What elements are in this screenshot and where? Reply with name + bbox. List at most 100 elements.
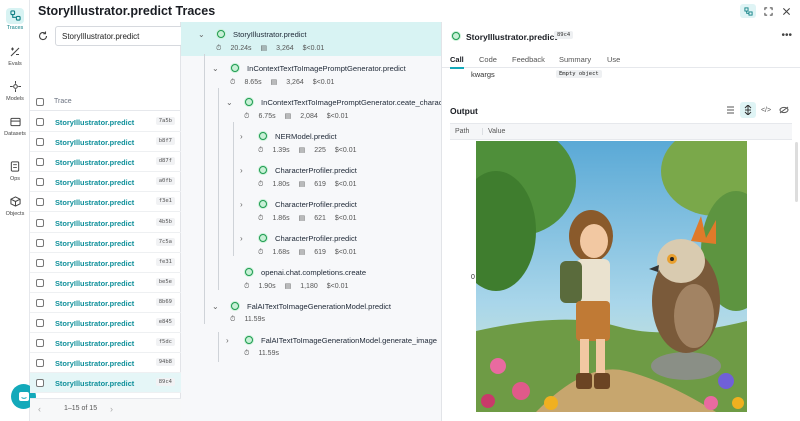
row-checkbox[interactable]	[36, 258, 44, 267]
output-row-key: 0	[471, 274, 475, 281]
trace-id-badge: d87f	[155, 157, 175, 166]
call-duration: 1.39s	[272, 147, 290, 154]
nav-label: Models	[6, 95, 24, 102]
trace-row[interactable]: StoryIllustrator.predict 89c4	[30, 373, 181, 394]
output-scrollbar[interactable]	[795, 142, 798, 202]
trace-row[interactable]: StoryIllustrator.predict f3e1	[30, 192, 181, 213]
select-all-checkbox[interactable]	[36, 98, 44, 106]
trace-name-link[interactable]: StoryIllustrator.predict	[55, 359, 134, 368]
chevron-right-icon[interactable]: ›	[240, 200, 250, 209]
call-tokens: 621	[314, 215, 326, 222]
row-checkbox[interactable]	[36, 238, 44, 247]
row-checkbox[interactable]	[36, 138, 44, 147]
chevron-right-icon[interactable]: ›	[240, 234, 250, 243]
trace-name-link[interactable]: StoryIllustrator.predict	[55, 219, 134, 228]
next-page-icon[interactable]: ›	[110, 404, 113, 414]
chevron-right-icon[interactable]: ›	[240, 166, 250, 175]
prev-page-icon[interactable]: ‹	[38, 404, 41, 414]
trace-row[interactable]: StoryIllustrator.predict 8b69	[30, 293, 181, 313]
row-checkbox[interactable]	[36, 118, 44, 126]
trace-id-badge: be5e	[155, 277, 175, 286]
nav-objects[interactable]: Objects	[0, 190, 30, 220]
chevron-down-icon[interactable]: ›	[226, 336, 236, 345]
trace-name-link[interactable]: StoryIllustrator.predict	[55, 198, 134, 207]
trace-name-link[interactable]: StoryIllustrator.predict	[55, 259, 134, 268]
more-options-icon[interactable]: •••	[781, 30, 792, 41]
trace-row[interactable]: StoryIllustrator.predict 94b8	[30, 353, 181, 374]
trace-name-link[interactable]: StoryIllustrator.predict	[55, 178, 134, 187]
nav-ops[interactable]: Ops	[0, 155, 30, 185]
call-name: CharacterProfiler.predict	[275, 200, 357, 209]
success-status-icon	[258, 131, 268, 141]
chevron-down-icon[interactable]: ⌄	[212, 302, 222, 311]
row-checkbox[interactable]	[36, 158, 44, 167]
trace-name-link[interactable]: StoryIllustrator.predict	[55, 158, 134, 167]
tab-use[interactable]: Use	[607, 55, 620, 64]
tab-call[interactable]: Call	[450, 55, 464, 64]
fullscreen-button[interactable]	[762, 5, 774, 17]
trace-id-badge: 94b8	[155, 358, 175, 367]
trace-name-link[interactable]: StoryIllustrator.predict	[55, 379, 134, 388]
trace-row[interactable]: StoryIllustrator.predict 7a5b	[30, 112, 181, 132]
chevron-down-icon[interactable]: ⌄	[212, 64, 222, 73]
close-panel-button[interactable]	[780, 5, 792, 17]
trace-name-link[interactable]: StoryIllustrator.predict	[55, 339, 134, 348]
trace-filter-input[interactable]	[55, 26, 183, 46]
nav-datasets[interactable]: Datasets	[0, 110, 30, 140]
row-checkbox[interactable]	[36, 278, 44, 287]
trace-row[interactable]: StoryIllustrator.predict e845	[30, 313, 181, 333]
refresh-button[interactable]	[35, 28, 51, 44]
list-view-icon[interactable]	[722, 102, 738, 118]
chevron-down-icon[interactable]: ⌄	[198, 30, 208, 39]
trace-row[interactable]: StoryIllustrator.predict d87f	[30, 152, 181, 173]
kwargs-value: Empty object	[556, 70, 602, 78]
clock-icon: ⏱	[258, 215, 264, 222]
nav-traces[interactable]: Traces	[0, 4, 30, 34]
call-tokens: 3,264	[276, 45, 294, 52]
trace-row[interactable]: StoryIllustrator.predict f5dc	[30, 333, 181, 354]
call-tokens: 2,084	[300, 113, 318, 120]
chevron-down-icon[interactable]: ⌄	[226, 98, 236, 107]
trace-row[interactable]: StoryIllustrator.predict a0fb	[30, 172, 181, 193]
code-view-icon[interactable]: </>	[758, 102, 774, 118]
split-view-icon	[743, 6, 753, 16]
split-view-button[interactable]	[740, 4, 756, 18]
trace-row[interactable]: StoryIllustrator.predict 7c5a	[30, 233, 181, 253]
nav-evals[interactable]: Evals	[0, 40, 30, 70]
tab-summary[interactable]: Summary	[559, 55, 591, 64]
output-view-toolbar: </>	[722, 102, 792, 118]
expand-rows-icon[interactable]	[740, 102, 756, 118]
trace-name-link[interactable]: StoryIllustrator.predict	[55, 118, 134, 127]
trace-name-link[interactable]: StoryIllustrator.predict	[55, 319, 134, 328]
trace-name-link[interactable]: StoryIllustrator.predict	[55, 279, 134, 288]
row-checkbox[interactable]	[36, 198, 44, 207]
trace-name-link[interactable]: StoryIllustrator.predict	[55, 138, 134, 147]
nav-models[interactable]: Models	[0, 75, 30, 105]
tokens-icon: ▤	[284, 113, 292, 120]
clock-icon: ⏱	[258, 181, 264, 188]
call-metrics: ⏱ 8.65s ▤ 3,264 $<0.01	[230, 78, 343, 87]
trace-name-link[interactable]: StoryIllustrator.predict	[55, 239, 134, 248]
row-checkbox[interactable]	[36, 218, 44, 227]
trace-row[interactable]: StoryIllustrator.predict 4b5b	[30, 213, 181, 233]
trace-row[interactable]: StoryIllustrator.predict fe31	[30, 253, 181, 273]
trace-row[interactable]: StoryIllustrator.predict b8f7	[30, 132, 181, 153]
chevron-right-icon[interactable]: ›	[240, 132, 250, 141]
row-checkbox[interactable]	[36, 178, 44, 187]
trace-name-link[interactable]: StoryIllustrator.predict	[55, 299, 134, 308]
clock-icon: ⏱	[244, 350, 250, 357]
row-checkbox[interactable]	[36, 298, 44, 307]
hide-icon[interactable]	[776, 102, 792, 118]
tab-code[interactable]: Code	[479, 55, 497, 64]
row-checkbox[interactable]	[36, 339, 44, 348]
row-checkbox[interactable]	[36, 359, 44, 368]
row-checkbox[interactable]	[36, 379, 44, 388]
left-nav: Traces Evals Models Datasets Ops Objects	[0, 0, 30, 421]
call-name: StoryIllustrator.predict	[233, 30, 307, 39]
row-checkbox[interactable]	[36, 319, 44, 327]
tab-feedback[interactable]: Feedback	[512, 55, 545, 64]
success-status-icon	[244, 267, 254, 277]
trace-id-badge: f5dc	[155, 338, 175, 347]
success-status-icon	[244, 97, 254, 107]
trace-row[interactable]: StoryIllustrator.predict be5e	[30, 273, 181, 293]
